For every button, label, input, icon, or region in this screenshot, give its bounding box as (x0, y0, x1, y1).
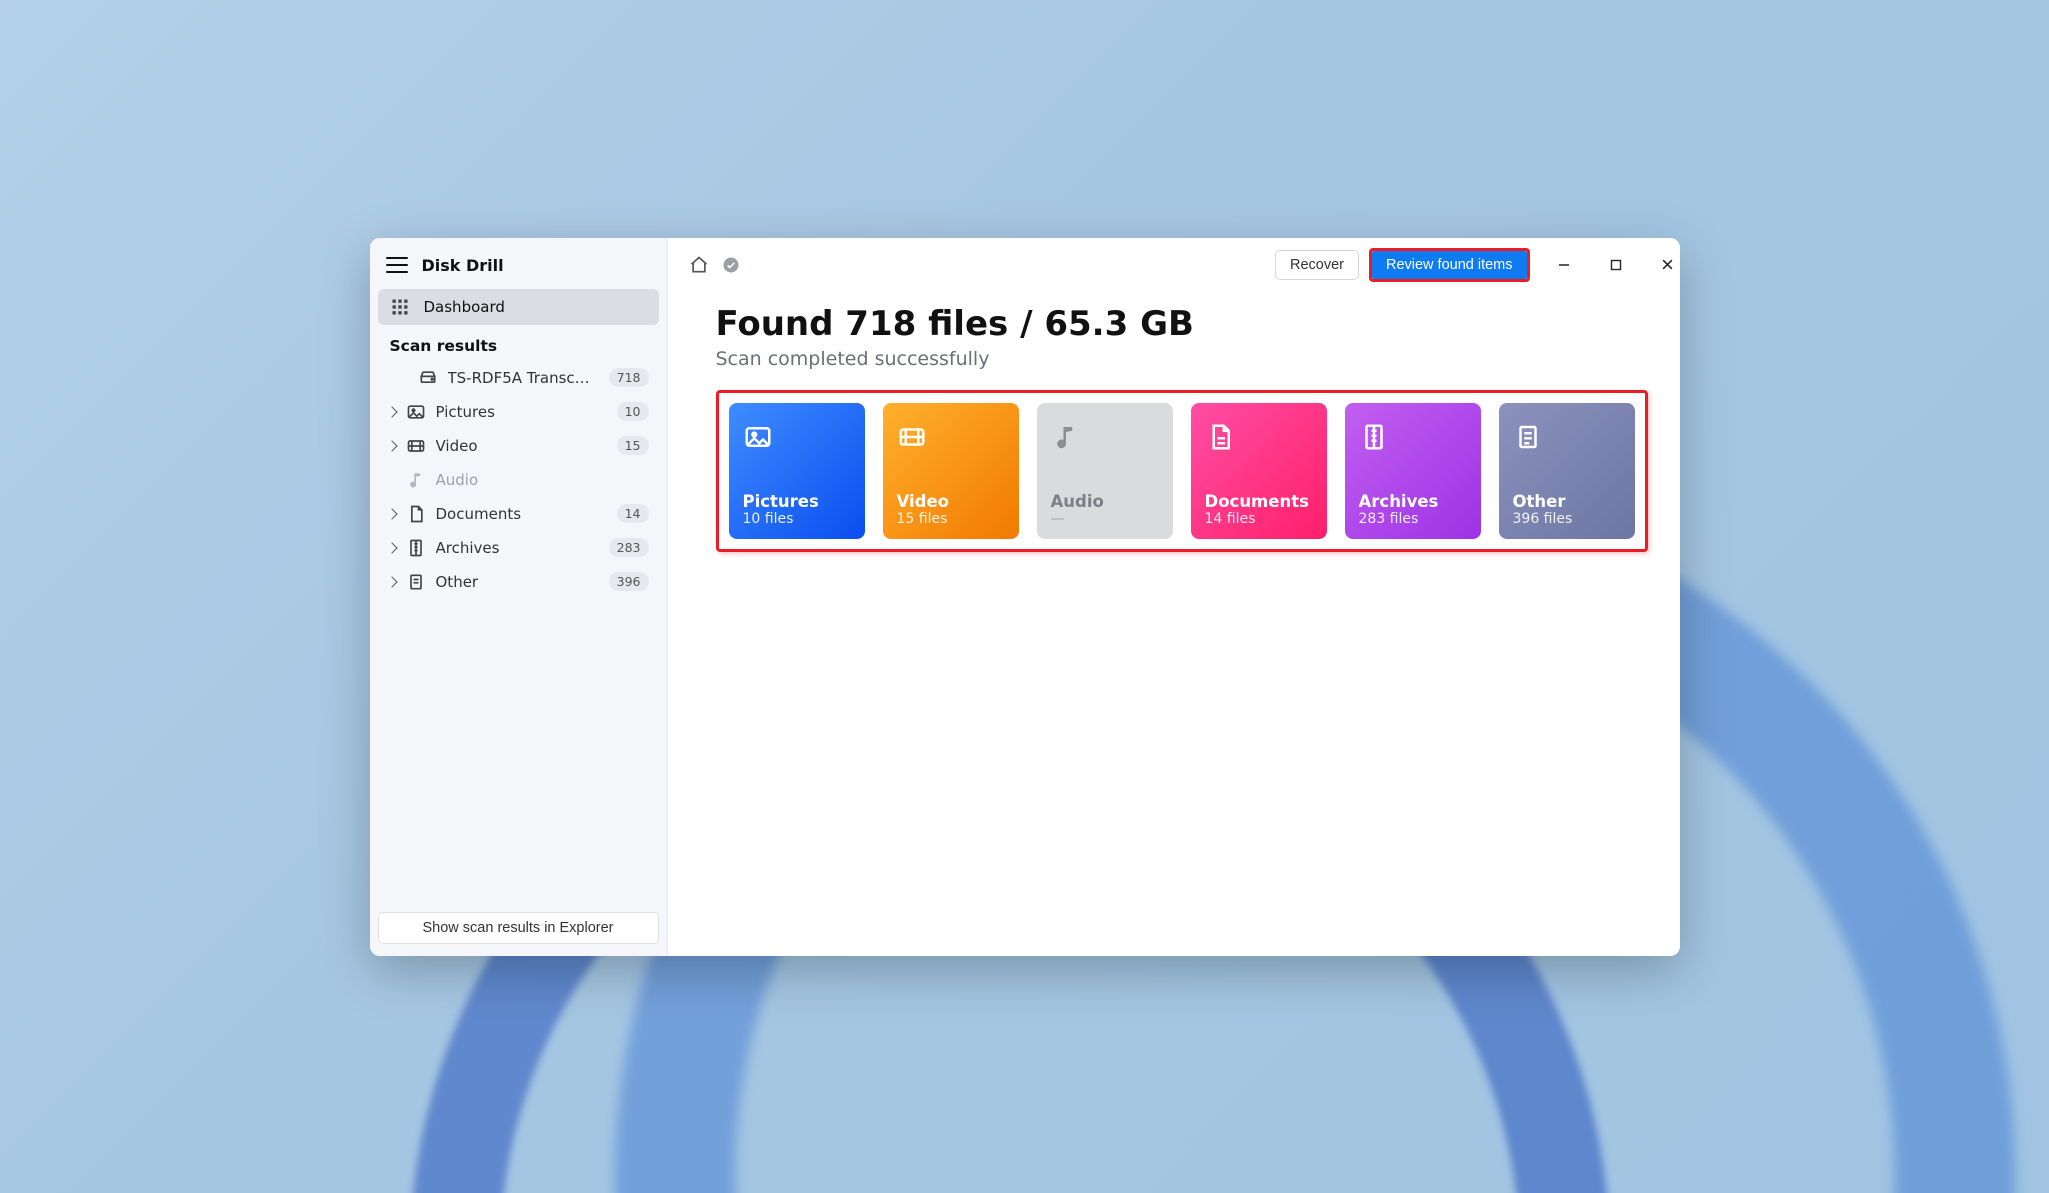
card-subtitle: 283 files (1359, 511, 1467, 527)
audio-icon (1051, 417, 1159, 457)
other-icon (406, 572, 426, 592)
recover-button[interactable]: Recover (1275, 250, 1359, 280)
summary-title: Found 718 files / 65.3 GB (716, 304, 1648, 344)
card-title: Pictures (743, 492, 851, 511)
archive-icon (406, 538, 426, 558)
sidebar-item-label: Archives (436, 539, 599, 557)
sidebar-device[interactable]: TS-RDF5A Transcend US… 718 (378, 361, 659, 395)
card-subtitle: 14 files (1205, 511, 1313, 527)
card-title: Audio (1051, 492, 1159, 511)
sidebar-item-label: Other (436, 573, 599, 591)
document-icon (1205, 417, 1313, 457)
chevron-right-icon (386, 508, 397, 519)
audio-icon (406, 470, 426, 490)
content: Found 718 files / 65.3 GB Scan completed… (668, 292, 1680, 576)
sidebar-item-other[interactable]: Other 396 (378, 565, 659, 599)
main-panel: Recover Review found items Found 718 fil… (668, 238, 1680, 956)
card-title: Other (1513, 492, 1621, 511)
check-badge-icon[interactable] (720, 254, 742, 276)
card-subtitle: 15 files (897, 511, 1005, 527)
sidebar-item-badge: 396 (609, 572, 649, 591)
sidebar-device-badge: 718 (609, 368, 649, 387)
sidebar-footer: Show scan results in Explorer (378, 904, 659, 948)
review-found-items-button[interactable]: Review found items (1372, 251, 1527, 279)
sidebar-item-archives[interactable]: Archives 283 (378, 531, 659, 565)
card-documents[interactable]: Documents 14 files (1191, 403, 1327, 539)
sidebar: Disk Drill Dashboard Scan results TS-RDF… (370, 238, 668, 956)
chevron-right-icon (386, 576, 397, 587)
app-window: Disk Drill Dashboard Scan results TS-RDF… (370, 238, 1680, 956)
sidebar-device-label: TS-RDF5A Transcend US… (448, 369, 599, 387)
summary-subtitle: Scan completed successfully (716, 348, 1648, 370)
card-video[interactable]: Video 15 files (883, 403, 1019, 539)
sidebar-item-audio[interactable]: Audio (378, 463, 659, 497)
highlight-review-button: Review found items (1369, 248, 1530, 282)
chevron-right-icon (386, 542, 397, 553)
window-maximize-button[interactable] (1598, 251, 1634, 279)
video-icon (897, 417, 1005, 457)
card-title: Video (897, 492, 1005, 511)
document-icon (406, 504, 426, 524)
card-audio[interactable]: Audio — (1037, 403, 1173, 539)
highlight-cards: Pictures 10 files Video 15 files Audio — (716, 390, 1648, 552)
card-subtitle: 396 files (1513, 511, 1621, 527)
sidebar-header: Disk Drill (378, 246, 659, 289)
topbar: Recover Review found items (668, 238, 1680, 292)
nav-dashboard-label: Dashboard (424, 298, 505, 316)
sidebar-section-scan-results: Scan results (378, 327, 659, 361)
card-title: Archives (1359, 492, 1467, 511)
picture-icon (743, 417, 851, 457)
card-subtitle: 10 files (743, 511, 851, 527)
sidebar-item-label: Audio (436, 471, 649, 489)
hamburger-icon[interactable] (386, 257, 408, 273)
chevron-right-icon (386, 406, 397, 417)
sidebar-item-badge: 14 (617, 504, 649, 523)
show-in-explorer-button[interactable]: Show scan results in Explorer (378, 912, 659, 944)
window-minimize-button[interactable] (1546, 251, 1582, 279)
picture-icon (406, 402, 426, 422)
sidebar-item-badge: 15 (617, 436, 649, 455)
sidebar-item-pictures[interactable]: Pictures 10 (378, 395, 659, 429)
card-subtitle: — (1051, 511, 1159, 527)
sidebar-item-badge: 283 (609, 538, 649, 557)
window-close-button[interactable] (1650, 251, 1680, 279)
home-icon[interactable] (688, 254, 710, 276)
sidebar-item-documents[interactable]: Documents 14 (378, 497, 659, 531)
sidebar-item-label: Pictures (436, 403, 607, 421)
card-title: Documents (1205, 492, 1313, 511)
card-pictures[interactable]: Pictures 10 files (729, 403, 865, 539)
video-icon (406, 436, 426, 456)
other-icon (1513, 417, 1621, 457)
grid-icon (390, 297, 410, 317)
drive-icon (418, 368, 438, 388)
sidebar-item-video[interactable]: Video 15 (378, 429, 659, 463)
archive-icon (1359, 417, 1467, 457)
chevron-right-icon (386, 440, 397, 451)
app-title: Disk Drill (422, 256, 504, 275)
card-archives[interactable]: Archives 283 files (1345, 403, 1481, 539)
sidebar-item-label: Documents (436, 505, 607, 523)
nav-dashboard[interactable]: Dashboard (378, 289, 659, 325)
card-other[interactable]: Other 396 files (1499, 403, 1635, 539)
sidebar-item-label: Video (436, 437, 607, 455)
sidebar-item-badge: 10 (617, 402, 649, 421)
